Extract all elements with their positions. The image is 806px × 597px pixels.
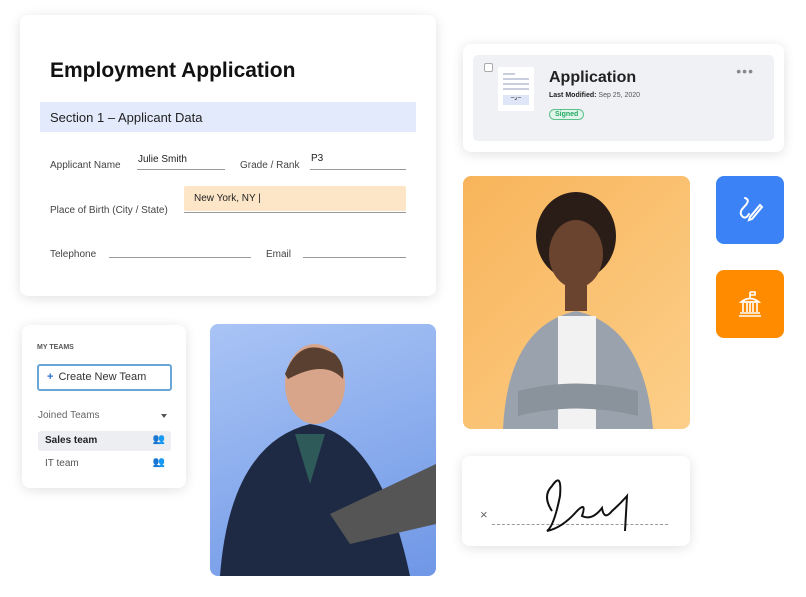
grade-field[interactable]: P3 bbox=[311, 153, 323, 164]
section-header: Section 1 – Applicant Data bbox=[40, 102, 416, 132]
man-photo bbox=[210, 324, 436, 576]
applicant-name-field[interactable]: Julie Smith bbox=[138, 154, 187, 165]
signature-pen-icon[interactable] bbox=[716, 176, 784, 244]
joined-teams-label[interactable]: Joined Teams bbox=[38, 410, 100, 421]
team-item-sales[interactable]: Sales team 👥 bbox=[38, 431, 171, 451]
sign-here-mark: × bbox=[480, 507, 488, 522]
team-members-icon[interactable]: 👥 bbox=[153, 457, 165, 468]
telephone-label: Telephone bbox=[50, 249, 97, 260]
team-members-icon[interactable]: 👥 bbox=[153, 434, 165, 445]
birth-underline bbox=[184, 212, 406, 213]
last-modified: Last Modified: Sep 25, 2020 bbox=[549, 92, 641, 99]
signature-drawing bbox=[546, 479, 629, 532]
my-teams-panel: MY TEAMS + Create New Team Joined Teams S… bbox=[22, 325, 186, 488]
government-building-icon[interactable] bbox=[716, 270, 784, 338]
grade-label: Grade / Rank bbox=[240, 160, 300, 171]
birth-label: Place of Birth (City / State) bbox=[50, 205, 168, 216]
form-title: Employment Application bbox=[50, 59, 296, 82]
select-checkbox[interactable] bbox=[484, 63, 493, 72]
applicant-name-underline bbox=[137, 169, 225, 170]
birth-field[interactable]: New York, NY | bbox=[184, 186, 406, 211]
document-title: Application bbox=[549, 69, 637, 86]
grade-underline bbox=[310, 169, 406, 170]
plus-icon: + bbox=[47, 371, 54, 383]
email-field[interactable] bbox=[303, 257, 406, 258]
more-horizontal-icon[interactable]: ••• bbox=[736, 63, 754, 79]
employment-application-card: Employment Application Section 1 – Appli… bbox=[20, 15, 436, 296]
signature-card[interactable]: × bbox=[462, 456, 690, 546]
status-badge: Signed bbox=[549, 109, 585, 120]
create-new-team-button[interactable]: + Create New Team bbox=[37, 364, 172, 391]
team-item-it[interactable]: IT team 👥 bbox=[38, 454, 171, 474]
telephone-field[interactable] bbox=[109, 257, 251, 258]
my-teams-heading: MY TEAMS bbox=[37, 344, 74, 351]
signature-thumb-icon: ~𝓈~ bbox=[503, 95, 529, 105]
applicant-name-label: Applicant Name bbox=[50, 160, 121, 171]
document-thumbnail: ~𝓈~ bbox=[498, 67, 534, 111]
woman-photo bbox=[463, 176, 690, 429]
caret-down-icon[interactable] bbox=[161, 414, 167, 418]
document-card[interactable]: ~𝓈~ Application Last Modified: Sep 25, 2… bbox=[463, 44, 784, 152]
email-label: Email bbox=[266, 249, 292, 260]
